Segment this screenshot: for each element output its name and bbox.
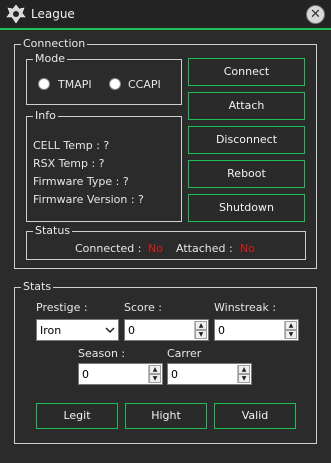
info-group: Info CELL Temp : ? RSX Temp : ? Firmware… xyxy=(26,109,182,222)
league-logo-icon xyxy=(6,4,26,24)
reboot-button[interactable]: Reboot xyxy=(188,160,305,188)
attached-status: No xyxy=(240,242,255,255)
rsx-temp-text: RSX Temp : ? xyxy=(33,157,105,170)
prestige-select[interactable]: Iron xyxy=(36,319,119,341)
connection-legend: Connection xyxy=(21,37,88,51)
mode-group: Mode TMAPI CCAPI xyxy=(26,52,182,105)
winstreak-value: 0 xyxy=(218,324,225,337)
connected-label: Connected : xyxy=(75,242,142,255)
carrer-stepper[interactable]: 0 ▲ ▼ xyxy=(167,363,252,385)
window-title: League xyxy=(31,7,75,21)
ccapi-label[interactable]: CCAPI xyxy=(128,78,161,91)
tmapi-label[interactable]: TMAPI xyxy=(58,78,92,91)
tmapi-radio[interactable] xyxy=(38,78,50,90)
attached-label: Attached : xyxy=(176,242,233,255)
stats-legend: Stats xyxy=(21,280,54,294)
legit-button[interactable]: Legit xyxy=(36,403,118,429)
connect-button[interactable]: Connect xyxy=(188,58,305,86)
firmware-type-text: Firmware Type : ? xyxy=(33,175,129,188)
spin-down-icon[interactable]: ▼ xyxy=(238,374,250,383)
status-legend: Status xyxy=(33,224,73,238)
connected-status: No xyxy=(148,242,163,255)
mode-legend: Mode xyxy=(33,52,67,66)
ccapi-radio[interactable] xyxy=(109,78,121,90)
info-legend: Info xyxy=(33,109,58,123)
stats-group: Stats Prestige : Iron Score : 0 ▲ ▼ Wins… xyxy=(14,280,317,444)
season-label: Season : xyxy=(78,347,126,360)
spin-down-icon[interactable]: ▼ xyxy=(285,330,297,339)
spin-up-icon[interactable]: ▲ xyxy=(285,321,297,330)
score-value: 0 xyxy=(128,324,135,337)
winstreak-label: Winstreak : xyxy=(214,301,277,314)
winstreak-stepper[interactable]: 0 ▲ ▼ xyxy=(214,319,299,341)
hight-button[interactable]: Hight xyxy=(125,403,207,429)
cell-temp-text: CELL Temp : ? xyxy=(33,139,110,152)
spin-up-icon[interactable]: ▲ xyxy=(238,365,250,374)
score-label: Score : xyxy=(124,301,163,314)
close-icon[interactable]: ✕ xyxy=(306,5,325,24)
spin-up-icon[interactable]: ▲ xyxy=(195,321,207,330)
winstreak-spinner[interactable]: ▲ ▼ xyxy=(284,321,297,339)
firmware-version-text: Firmware Version : ? xyxy=(33,193,144,206)
title-bar: League ✕ xyxy=(0,0,331,30)
shutdown-button[interactable]: Shutdown xyxy=(188,194,305,222)
prestige-value: Iron xyxy=(40,324,62,337)
carrer-value: 0 xyxy=(171,368,178,381)
connection-group: Connection Mode TMAPI CCAPI Info CELL Te… xyxy=(14,37,317,269)
status-group: Status Connected : No Attached : No xyxy=(26,224,306,260)
score-stepper[interactable]: 0 ▲ ▼ xyxy=(124,319,209,341)
score-spinner[interactable]: ▲ ▼ xyxy=(194,321,207,339)
disconnect-button[interactable]: Disconnect xyxy=(188,126,305,154)
valid-button[interactable]: Valid xyxy=(214,403,296,429)
spin-down-icon[interactable]: ▼ xyxy=(149,374,161,383)
season-value: 0 xyxy=(82,368,89,381)
spin-up-icon[interactable]: ▲ xyxy=(149,365,161,374)
spin-down-icon[interactable]: ▼ xyxy=(195,330,207,339)
season-spinner[interactable]: ▲ ▼ xyxy=(148,365,161,383)
prestige-label: Prestige : xyxy=(36,301,88,314)
season-stepper[interactable]: 0 ▲ ▼ xyxy=(78,363,163,385)
attach-button[interactable]: Attach xyxy=(188,92,305,120)
carrer-label: Carrer xyxy=(167,347,202,360)
chevron-down-icon xyxy=(105,327,115,334)
carrer-spinner[interactable]: ▲ ▼ xyxy=(237,365,250,383)
